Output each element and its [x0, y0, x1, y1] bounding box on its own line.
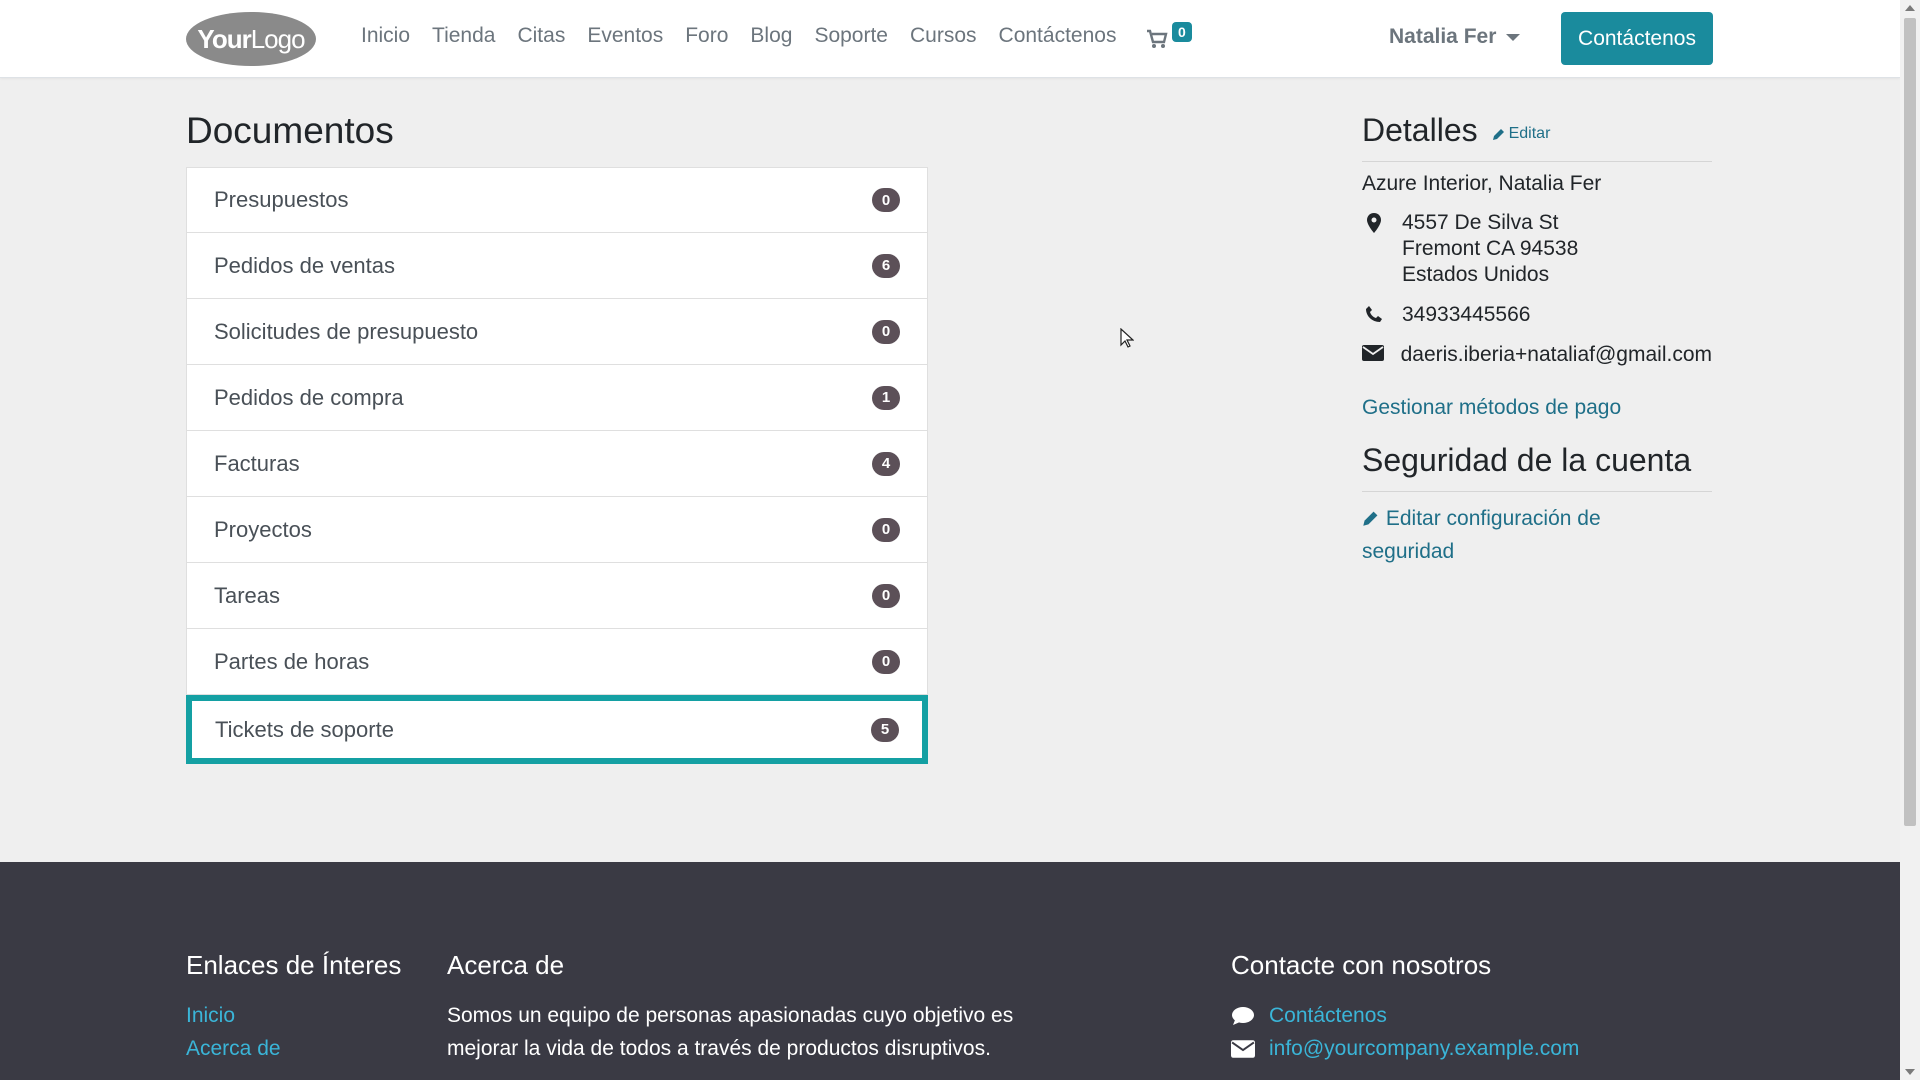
count-badge: 0 — [872, 188, 900, 212]
doc-item-label: Partes de horas — [214, 648, 370, 674]
company-name: Azure Interior, Natalia Fer — [1362, 172, 1602, 195]
map-marker-icon — [1362, 210, 1386, 233]
footer-about-text: Somos un equipo de personas apasionadas … — [447, 1004, 1014, 1060]
pencil-icon — [1363, 511, 1378, 526]
address-line: 4557 De Silva St — [1402, 211, 1559, 234]
edit-security-label: Editar configuración de seguridad — [1362, 507, 1601, 563]
count-badge: 6 — [872, 253, 900, 278]
count-badge: 0 — [872, 517, 900, 542]
envelope-icon — [1362, 342, 1385, 361]
nav-soporte[interactable]: Soporte — [814, 24, 888, 48]
footer-link-inicio[interactable]: Inicio — [186, 999, 401, 1032]
user-dropdown[interactable]: Natalia Fer — [1389, 25, 1521, 49]
documents-list: Presupuestos 0 Pedidos de ventas 6 Solic… — [186, 167, 928, 764]
footer-contact-column: Contacte con nosotros Contáctenos info@y… — [1231, 950, 1579, 1065]
phone-number: 34933445566 — [1402, 303, 1531, 326]
count-badge: 0 — [872, 649, 900, 674]
footer-contact-link[interactable]: Contáctenos — [1269, 999, 1387, 1032]
doc-item-pedidos-compra[interactable]: Pedidos de compra 1 — [186, 365, 928, 431]
mouse-cursor-icon — [1120, 328, 1134, 348]
phone-row: 34933445566 — [1362, 302, 1712, 328]
details-header: Detalles Editar — [1362, 112, 1712, 162]
count-badge: 1 — [872, 385, 900, 410]
address-row: 4557 De Silva St Fremont CA 94538 Estado… — [1362, 210, 1712, 288]
count-badge: 5 — [871, 717, 899, 742]
cart-button[interactable]: 0 — [1146, 22, 1196, 54]
doc-item-tickets-soporte[interactable]: Tickets de soporte 5 — [186, 695, 928, 764]
doc-item-pedidos-ventas[interactable]: Pedidos de ventas 6 — [186, 233, 928, 299]
nav-eventos[interactable]: Eventos — [587, 24, 663, 48]
footer-contact-title: Contacte con nosotros — [1231, 950, 1492, 980]
manage-payment-link[interactable]: Gestionar métodos de pago — [1362, 396, 1712, 420]
doc-item-label: Facturas — [214, 450, 300, 476]
vertical-scrollbar[interactable] — [1900, 0, 1920, 1080]
edit-security-link[interactable]: Editar configuración de seguridad — [1362, 502, 1652, 568]
logo-text-bold: Your — [197, 23, 251, 54]
scroll-up-icon[interactable] — [1905, 5, 1915, 11]
nav-tienda[interactable]: Tienda — [432, 24, 495, 48]
footer-email-row: info@yourcompany.example.com — [1231, 1032, 1579, 1065]
main-nav: Inicio Tienda Citas Eventos Foro Blog So… — [361, 24, 1138, 48]
footer: Enlaces de Ínteres Inicio Acerca de Acer… — [0, 862, 1900, 1080]
edit-label: Editar — [1508, 125, 1551, 142]
comment-icon — [1232, 1006, 1254, 1025]
doc-item-partes-horas[interactable]: Partes de horas 0 — [186, 629, 928, 695]
count-badge: 0 — [872, 583, 900, 608]
contact-button[interactable]: Contáctenos — [1561, 12, 1713, 65]
doc-item-label: Pedidos de compra — [214, 384, 404, 410]
nav-inicio[interactable]: Inicio — [361, 24, 410, 48]
scroll-thumb[interactable] — [1904, 18, 1916, 826]
user-name: Natalia Fer — [1389, 25, 1497, 48]
nav-foro[interactable]: Foro — [685, 24, 728, 48]
scroll-down-icon[interactable] — [1905, 1069, 1915, 1075]
footer-contact-row: Contáctenos — [1231, 999, 1579, 1032]
address-line: Estados Unidos — [1402, 263, 1550, 286]
cart-count-badge: 0 — [1172, 22, 1192, 42]
address-block: 4557 De Silva St Fremont CA 94538 Estado… — [1402, 210, 1578, 288]
footer-links-title: Enlaces de Ínteres — [186, 950, 402, 980]
documents-title: Documentos — [186, 110, 394, 151]
security-title: Seguridad de la cuenta — [1362, 442, 1712, 492]
phone-icon — [1362, 302, 1386, 323]
shopping-cart-icon — [1147, 29, 1168, 48]
details-title: Detalles — [1362, 112, 1478, 148]
pencil-icon — [1492, 129, 1504, 140]
doc-item-presupuestos[interactable]: Presupuestos 0 — [186, 167, 928, 233]
email-address: daeris.iberia+nataliaf@gmail.com — [1400, 343, 1712, 366]
doc-item-label: Solicitudes de presupuesto — [214, 318, 479, 344]
doc-item-label: Tareas — [214, 582, 281, 608]
doc-item-proyectos[interactable]: Proyectos 0 — [186, 497, 928, 563]
address-line: Fremont CA 94538 — [1402, 237, 1579, 260]
doc-item-label: Pedidos de ventas — [214, 252, 396, 278]
logo-text-light: Logo — [250, 23, 306, 54]
footer-about-column: Acerca de Somos un equipo de personas ap… — [447, 950, 1067, 1065]
count-badge: 4 — [872, 451, 900, 476]
nav-contactenos[interactable]: Contáctenos — [999, 24, 1117, 48]
nav-citas[interactable]: Citas — [517, 24, 565, 48]
nav-cursos[interactable]: Cursos — [910, 24, 977, 48]
doc-item-facturas[interactable]: Facturas 4 — [186, 431, 928, 497]
email-row: daeris.iberia+nataliaf@gmail.com — [1362, 342, 1712, 368]
footer-about-title: Acerca de — [447, 950, 565, 980]
envelope-icon — [1231, 1039, 1255, 1058]
company-logo[interactable]: Your Logo — [186, 12, 316, 66]
chevron-down-icon — [1506, 33, 1521, 41]
footer-link-acerca[interactable]: Acerca de — [186, 1032, 401, 1065]
doc-item-label: Tickets de soporte — [215, 716, 394, 742]
edit-details-link[interactable]: Editar — [1492, 125, 1551, 143]
details-panel: Detalles Editar Azure Interior, Natalia … — [1362, 112, 1712, 568]
nav-blog[interactable]: Blog — [750, 24, 792, 48]
doc-item-label: Presupuestos — [214, 187, 349, 212]
footer-links-column: Enlaces de Ínteres Inicio Acerca de — [186, 950, 401, 1065]
count-badge: 0 — [872, 319, 900, 344]
doc-item-solicitudes-presupuesto[interactable]: Solicitudes de presupuesto 0 — [186, 299, 928, 365]
doc-item-label: Proyectos — [214, 516, 312, 542]
doc-item-tareas[interactable]: Tareas 0 — [186, 563, 928, 629]
top-navbar: Your Logo Inicio Tienda Citas Eventos For… — [0, 0, 1900, 78]
footer-email-link[interactable]: info@yourcompany.example.com — [1269, 1032, 1579, 1065]
